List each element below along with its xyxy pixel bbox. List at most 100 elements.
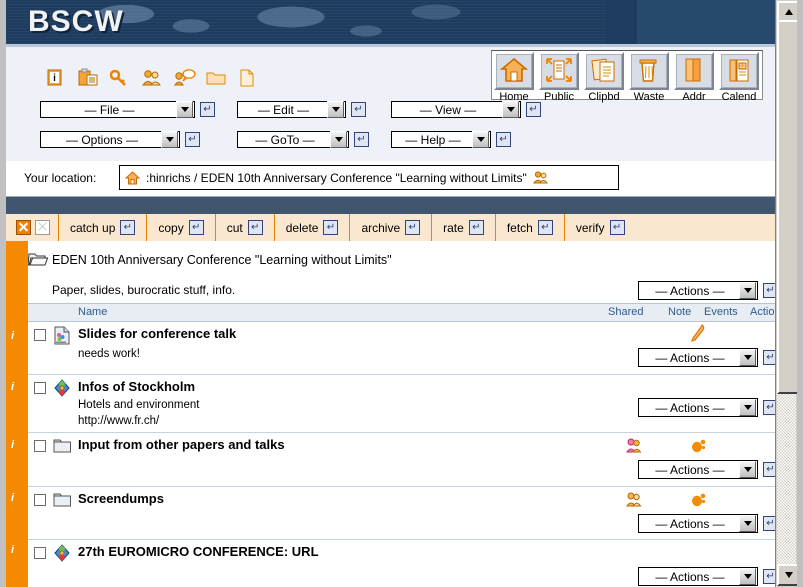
list-item[interactable]: Screendumps — Actions — ↵ (28, 487, 775, 540)
chevron-down-icon[interactable] (739, 461, 756, 478)
menu-options[interactable]: — Options — ↵ (40, 131, 200, 148)
clipboard-add-icon[interactable] (78, 68, 96, 88)
info-icon[interactable]: i (46, 68, 64, 88)
list-item-actions[interactable]: — Actions — ↵ (638, 514, 775, 533)
folder-icon[interactable] (206, 68, 224, 88)
list-item-actions-select[interactable]: — Actions — (638, 514, 758, 533)
presentation-document-icon[interactable] (53, 326, 70, 344)
url-link-icon[interactable] (53, 544, 70, 562)
chevron-down-icon[interactable] (739, 282, 756, 299)
chevron-down-icon[interactable] (739, 515, 756, 532)
list-item-name[interactable]: Screendumps (78, 491, 164, 506)
action-verify[interactable]: verify ↵ (564, 214, 636, 241)
list-item-actions-go[interactable]: ↵ (763, 462, 775, 477)
list-item-actions-go[interactable]: ↵ (763, 350, 775, 365)
chevron-down-icon[interactable] (161, 131, 178, 148)
home-icon[interactable] (125, 171, 140, 185)
menu-goto[interactable]: — GoTo — ↵ (237, 131, 369, 148)
nav-clipbd-button[interactable]: Clipbd (584, 52, 624, 103)
action-delete[interactable]: delete ↵ (274, 214, 350, 241)
select-all-checkbox[interactable] (16, 220, 31, 235)
row-checkbox[interactable] (34, 547, 46, 559)
row-checkbox[interactable] (34, 440, 46, 452)
menu-view[interactable]: — View — ↵ (391, 101, 541, 118)
menu-file[interactable]: — File — ↵ (40, 101, 215, 118)
action-fetch[interactable]: fetch ↵ (495, 214, 564, 241)
goto-go-button[interactable]: ↵ (354, 132, 369, 147)
action-copy-go[interactable]: ↵ (189, 220, 204, 235)
list-item-actions-select[interactable]: — Actions — (638, 348, 758, 367)
goto-select[interactable]: — GoTo — (237, 131, 349, 148)
members-icon[interactable] (142, 68, 160, 88)
folder-icon[interactable] (53, 491, 70, 509)
options-select[interactable]: — Options — (40, 131, 180, 148)
row-checkbox[interactable] (34, 382, 46, 394)
list-item-actions[interactable]: — Actions — ↵ (638, 567, 775, 586)
nav-addr-button[interactable]: Addr (674, 52, 714, 103)
file-go-button[interactable]: ↵ (200, 102, 215, 117)
row-checkbox[interactable] (34, 329, 46, 341)
list-item-name[interactable]: Slides for conference talk (78, 326, 236, 341)
list-item-url[interactable]: http://www.fr.ch/ (78, 415, 159, 427)
folder-icon[interactable] (53, 437, 70, 455)
list-item-actions-select[interactable]: — Actions — (638, 398, 758, 417)
column-events[interactable]: Events (704, 306, 738, 318)
folder-actions-select[interactable]: — Actions — (638, 281, 758, 300)
row-info-marker[interactable]: i (11, 492, 14, 504)
chevron-down-icon[interactable] (472, 131, 489, 148)
note-icon[interactable] (690, 324, 706, 342)
chevron-down-icon[interactable] (739, 349, 756, 366)
list-item-actions[interactable]: — Actions — ↵ (638, 460, 775, 479)
chevron-down-icon[interactable] (739, 568, 756, 585)
edit-select[interactable]: — Edit — (237, 101, 346, 118)
nav-waste-button[interactable]: Waste (629, 52, 669, 103)
help-select[interactable]: — Help — (391, 131, 491, 148)
list-item-actions-go[interactable]: ↵ (763, 400, 775, 415)
action-copy[interactable]: copy ↵ (146, 214, 214, 241)
list-item-actions[interactable]: — Actions — ↵ (638, 398, 775, 417)
list-item-actions-go[interactable]: ↵ (763, 516, 775, 531)
discussion-icon[interactable] (174, 68, 192, 88)
url-link-icon[interactable] (53, 379, 70, 397)
action-cut-go[interactable]: ↵ (248, 220, 263, 235)
list-item-actions[interactable]: — Actions — ↵ (638, 348, 775, 367)
list-item[interactable]: 27th EUROMICRO CONFERENCE: URL — Actions… (28, 540, 775, 587)
list-item-name[interactable]: Input from other papers and talks (78, 437, 285, 452)
chevron-down-icon[interactable] (330, 131, 347, 148)
column-shared[interactable]: Shared (608, 306, 643, 318)
members-icon[interactable] (533, 170, 549, 185)
nav-home-button[interactable]: Home (494, 52, 534, 103)
row-checkbox[interactable] (34, 494, 46, 506)
action-rate[interactable]: rate ↵ (431, 214, 495, 241)
column-name[interactable]: Name (78, 306, 107, 318)
document-icon[interactable] (238, 68, 256, 88)
list-item-name[interactable]: 27th EUROMICRO CONFERENCE: URL (78, 544, 319, 559)
folder-actions-go[interactable]: ↵ (763, 283, 775, 298)
events-icon[interactable] (690, 491, 708, 507)
menu-edit[interactable]: — Edit — ↵ (237, 101, 366, 118)
list-item-actions-select[interactable]: — Actions — (638, 460, 758, 479)
chevron-down-icon[interactable] (739, 399, 756, 416)
row-info-marker[interactable]: i (11, 439, 14, 451)
row-info-marker[interactable]: i (11, 330, 14, 342)
view-select[interactable]: — View — (391, 101, 521, 118)
action-catch-up-go[interactable]: ↵ (120, 220, 135, 235)
list-item[interactable]: Infos of Stockholm Hotels and environmen… (28, 375, 775, 433)
events-icon[interactable] (690, 437, 708, 453)
select-none-checkbox[interactable] (35, 220, 50, 235)
help-go-button[interactable]: ↵ (496, 132, 511, 147)
action-catch-up[interactable]: catch up ↵ (58, 214, 146, 241)
list-item[interactable]: Slides for conference talk needs work! —… (28, 322, 775, 375)
list-item[interactable]: Input from other papers and talks — Acti… (28, 433, 775, 487)
action-archive[interactable]: archive ↵ (349, 214, 431, 241)
action-delete-go[interactable]: ↵ (323, 220, 338, 235)
nav-calend-button[interactable]: 12 Calend (719, 52, 759, 103)
vertical-scrollbar[interactable] (775, 0, 798, 587)
list-item-name[interactable]: Infos of Stockholm (78, 379, 195, 394)
chevron-down-icon[interactable] (327, 101, 344, 118)
column-note[interactable]: Note (668, 306, 691, 318)
folder-actions[interactable]: — Actions — ↵ (638, 281, 775, 300)
column-action[interactable]: Action (750, 306, 775, 318)
edit-go-button[interactable]: ↵ (351, 102, 366, 117)
key-icon[interactable] (110, 68, 128, 88)
